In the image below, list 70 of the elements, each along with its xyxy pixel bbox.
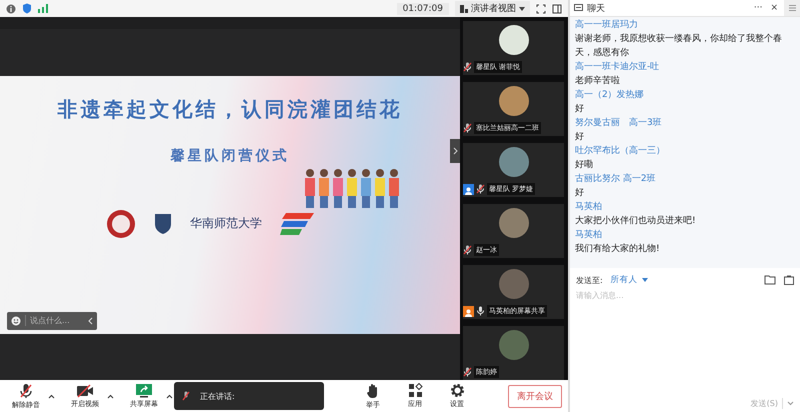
avatar-circle <box>498 147 528 177</box>
mic-icon <box>476 306 485 316</box>
recipient-dropdown[interactable]: 所有人 <box>610 274 648 286</box>
mic-icon <box>463 123 472 133</box>
caret-icon[interactable] <box>107 394 114 398</box>
chat-sender: 马英柏 <box>575 200 603 214</box>
speaking-label: 正在讲话: <box>200 390 235 402</box>
chevron-left-icon <box>87 316 93 324</box>
folder-icon[interactable] <box>764 275 776 285</box>
mic-icon <box>463 62 472 72</box>
apps-icon <box>408 383 422 398</box>
chat-message: 好 <box>575 103 585 116</box>
chat-message: 好 <box>575 187 585 200</box>
avatar-circle <box>498 269 528 299</box>
avatar-circle <box>498 208 528 238</box>
signal-icon <box>38 4 48 13</box>
chat-message: 我们有给大家的礼物! <box>575 242 661 256</box>
chat-sender: 古丽比努尔 高一2班 <box>575 172 657 186</box>
fullscreen-icon[interactable] <box>536 4 546 14</box>
screenshot-icon[interactable] <box>784 275 794 285</box>
close-button[interactable]: × <box>768 3 780 13</box>
chat-message: 谢谢老师，我原想收获一缕春风，你却给了我整个春天，感恩有你 <box>575 32 783 60</box>
leave-meeting-button[interactable]: 离开会议 <box>508 384 562 408</box>
chat-icon <box>574 4 583 12</box>
video-off-icon <box>76 384 94 398</box>
smiley-icon <box>11 316 21 326</box>
mic-icon <box>463 367 472 377</box>
more-button[interactable]: ··· <box>752 3 764 13</box>
raised-hand-icon <box>366 382 380 398</box>
slide-title: 非遗牵起文化结，认同浣灌团结花 <box>58 96 402 122</box>
chat-sender: 高一一班居玛力 <box>575 18 639 32</box>
muted-mic-icon <box>182 390 190 402</box>
info-icon <box>6 4 16 14</box>
layout-icon <box>460 4 468 12</box>
chat-sender: 努尔曼古丽 高一3班 <box>575 116 663 130</box>
mic-icon <box>476 184 485 194</box>
mic-icon <box>463 245 472 255</box>
shield-icon <box>22 3 32 14</box>
chat-sender: 马英柏 <box>575 228 603 242</box>
chat-message: 好 <box>575 131 585 144</box>
avatar-circle <box>498 330 528 360</box>
chat-message: 大家把小伙伴们也动员进来吧! <box>575 214 697 228</box>
university-name: 华南师范大学 <box>190 215 262 232</box>
chat-title: 聊天 <box>587 2 606 14</box>
caret-icon[interactable] <box>48 394 55 398</box>
share-screen-icon <box>135 383 153 398</box>
caret-icon[interactable] <box>166 394 173 398</box>
chevron-right-icon <box>452 147 458 155</box>
chevron-down-icon[interactable] <box>787 401 794 406</box>
comment-field[interactable]: 说点什么... <box>7 312 97 330</box>
settings-icon <box>450 383 464 398</box>
round-seal-logo <box>106 208 136 238</box>
speaker-view-button[interactable]: 演讲者视图 <box>455 1 530 16</box>
stripes-logo <box>280 210 314 236</box>
caret-icon <box>519 6 525 10</box>
chat-sender: 吐尔罕布比（高一三） <box>575 144 666 158</box>
caret-icon <box>642 278 648 282</box>
chat-sender: 高一（2）发热娜 <box>575 88 645 102</box>
panel-icon[interactable] <box>552 4 562 14</box>
send-to-label: 发送至: <box>576 274 603 286</box>
avatar-circle <box>498 86 528 116</box>
expand-tab[interactable] <box>450 139 460 163</box>
slide-subtitle: 馨星队闭营仪式 <box>170 146 290 164</box>
chat-message: 好嘞 <box>575 158 594 172</box>
meeting-timer: 01:07:09 <box>396 2 449 14</box>
avatar-circle <box>498 25 528 55</box>
chat-sender: 高一一班卡迪尔亚-吐 <box>575 60 660 74</box>
shield-logo <box>154 212 172 234</box>
muted-mic-icon <box>18 382 34 398</box>
chat-message: 老师辛苦啦 <box>575 74 621 88</box>
